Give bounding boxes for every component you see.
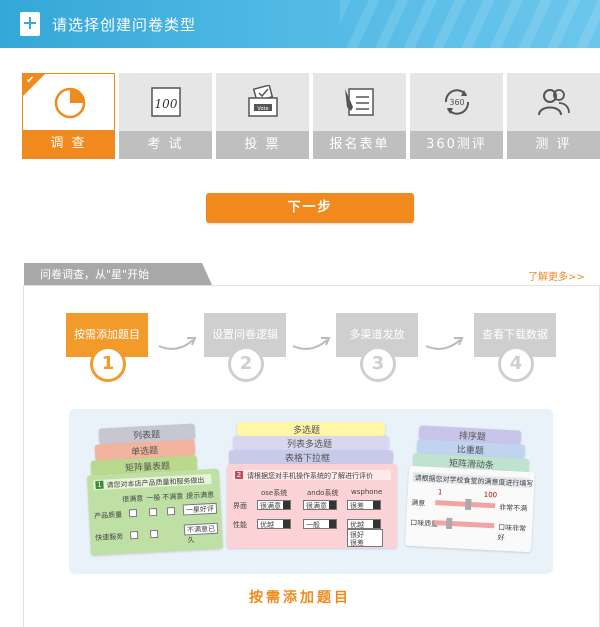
pie-chart-icon — [54, 87, 86, 119]
type-label: 调 查 — [23, 130, 114, 158]
refresh-360-icon: 360 — [444, 89, 470, 115]
type-label: 测 评 — [507, 131, 600, 159]
add-document-icon — [20, 12, 40, 36]
type-label: 360测评 — [410, 131, 503, 159]
score-sheet-icon: 100 — [151, 87, 181, 117]
svg-text:360: 360 — [449, 98, 464, 107]
header-decoration — [340, 0, 600, 48]
type-360-eval[interactable]: 360 360测评 — [410, 73, 503, 159]
step-number-3: 3 — [360, 346, 396, 382]
type-label: 考 试 — [119, 131, 212, 159]
type-assessment[interactable]: 测 评 — [507, 73, 600, 159]
type-label: 报名表单 — [313, 131, 406, 159]
curved-arrow-icon — [292, 337, 331, 350]
page-header: 请选择创建问卷类型 — [0, 0, 600, 48]
dropdown-sample-card: 2 请根据您对手机操作系统的了解进行评价 ose系统 ando系统 wsphon… — [227, 464, 397, 548]
next-step-button[interactable]: 下一步 — [206, 193, 414, 223]
curved-arrow-icon — [158, 337, 197, 350]
form-pen-icon — [345, 88, 374, 116]
users-icon — [538, 89, 570, 116]
type-label: 投 票 — [216, 131, 309, 159]
type-signup-form[interactable]: 报名表单 — [313, 73, 406, 159]
survey-type-selector: ✔ 调 查 100 考 试 Vote 投 票 报名表单 360 360测评 测 … — [22, 73, 600, 159]
list-multi-choice-card: 列表多选题 — [233, 436, 389, 450]
vote-box-icon: Vote — [248, 85, 278, 117]
learn-more-link[interactable]: 了解更多>> — [528, 268, 585, 283]
type-vote[interactable]: Vote 投 票 — [216, 73, 309, 159]
type-exam[interactable]: 100 考 试 — [119, 73, 212, 159]
page-title: 请选择创建问卷类型 — [52, 16, 197, 34]
type-survey[interactable]: ✔ 调 查 — [22, 73, 115, 159]
selected-check-icon: ✔ — [23, 74, 45, 96]
step-number-4: 4 — [498, 346, 534, 382]
curved-arrow-icon — [425, 337, 464, 350]
svg-text:100: 100 — [155, 97, 178, 111]
panel-tab: 问卷调查，从"星"开始 — [24, 263, 212, 285]
question-types-illustration: 列表题 单选题 矩阵量表题 1 请您对本店产品质量和服务做出 很满意 一般 不满… — [69, 409, 553, 574]
step-number-1: 1 — [90, 346, 126, 382]
svg-text:Vote: Vote — [257, 106, 268, 112]
panel-tab-label: 问卷调查，从"星"开始 — [40, 268, 150, 281]
step-number-2: 2 — [228, 346, 264, 382]
matrix-sample-card: 1 请您对本店产品质量和服务做出 很满意 一般 不满意 提示满意 产品质量 快速… — [86, 468, 224, 556]
slider-sample-card: 请根据您对学校食堂的满意度进行填写 1 100 满意 口味质量 非常不满 口味非… — [404, 465, 536, 553]
table-dropdown-card: 表格下拉框 — [229, 450, 393, 464]
illustration-caption: 按需添加题目 — [249, 590, 351, 606]
multi-choice-card: 多选题 — [237, 422, 385, 436]
